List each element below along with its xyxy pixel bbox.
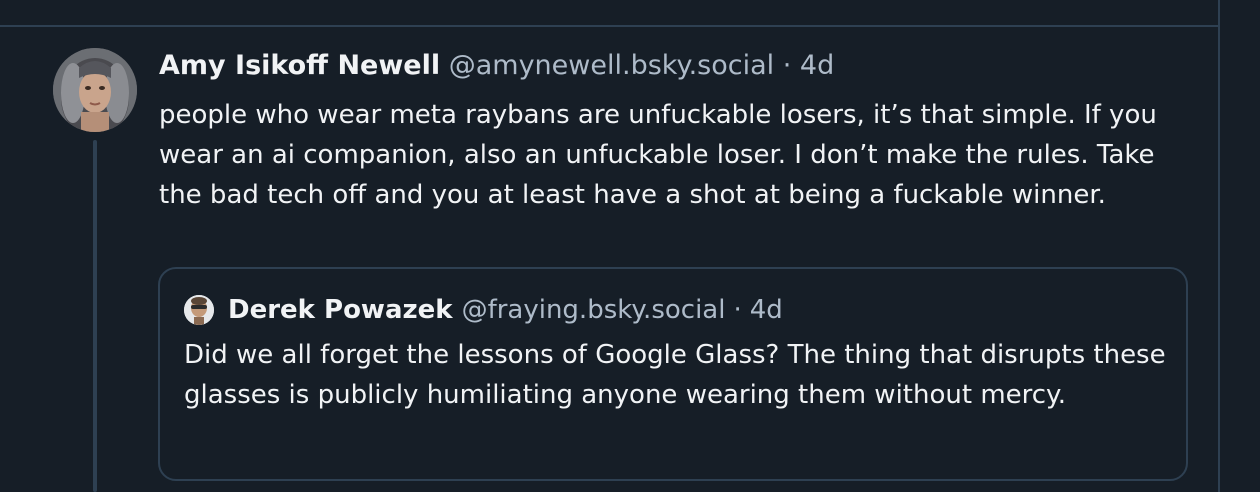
post-timestamp[interactable]: 4d [800, 50, 834, 81]
quote-author-handle[interactable]: @fraying.bsky.social [462, 293, 726, 327]
quote-author-name[interactable]: Derek Powazek [228, 293, 453, 327]
quote-header-separator: · [733, 295, 742, 325]
thread-line [93, 140, 97, 492]
quote-author-avatar[interactable] [184, 295, 214, 325]
post-item[interactable]: Amy Isikoff Newell @amynewell.bsky.socia… [0, 27, 1218, 492]
author-avatar[interactable] [53, 48, 137, 132]
post-header: Amy Isikoff Newell @amynewell.bsky.socia… [159, 49, 834, 83]
post-text: people who wear meta raybans are unfucka… [159, 100, 1157, 210]
quote-post-text: Did we all forget the lessons of Google … [184, 340, 1166, 410]
author-handle[interactable]: @amynewell.bsky.social [449, 50, 774, 81]
quote-avatar-photo-icon [184, 295, 214, 325]
quote-post-card[interactable]: Derek Powazek @fraying.bsky.social · 4d … [158, 267, 1188, 481]
quote-header: Derek Powazek @fraying.bsky.social · 4d [184, 293, 783, 327]
quote-timestamp[interactable]: 4d [750, 293, 783, 327]
avatar-photo-icon [53, 48, 137, 132]
header-separator: · [782, 50, 792, 81]
author-name[interactable]: Amy Isikoff Newell [159, 50, 440, 81]
